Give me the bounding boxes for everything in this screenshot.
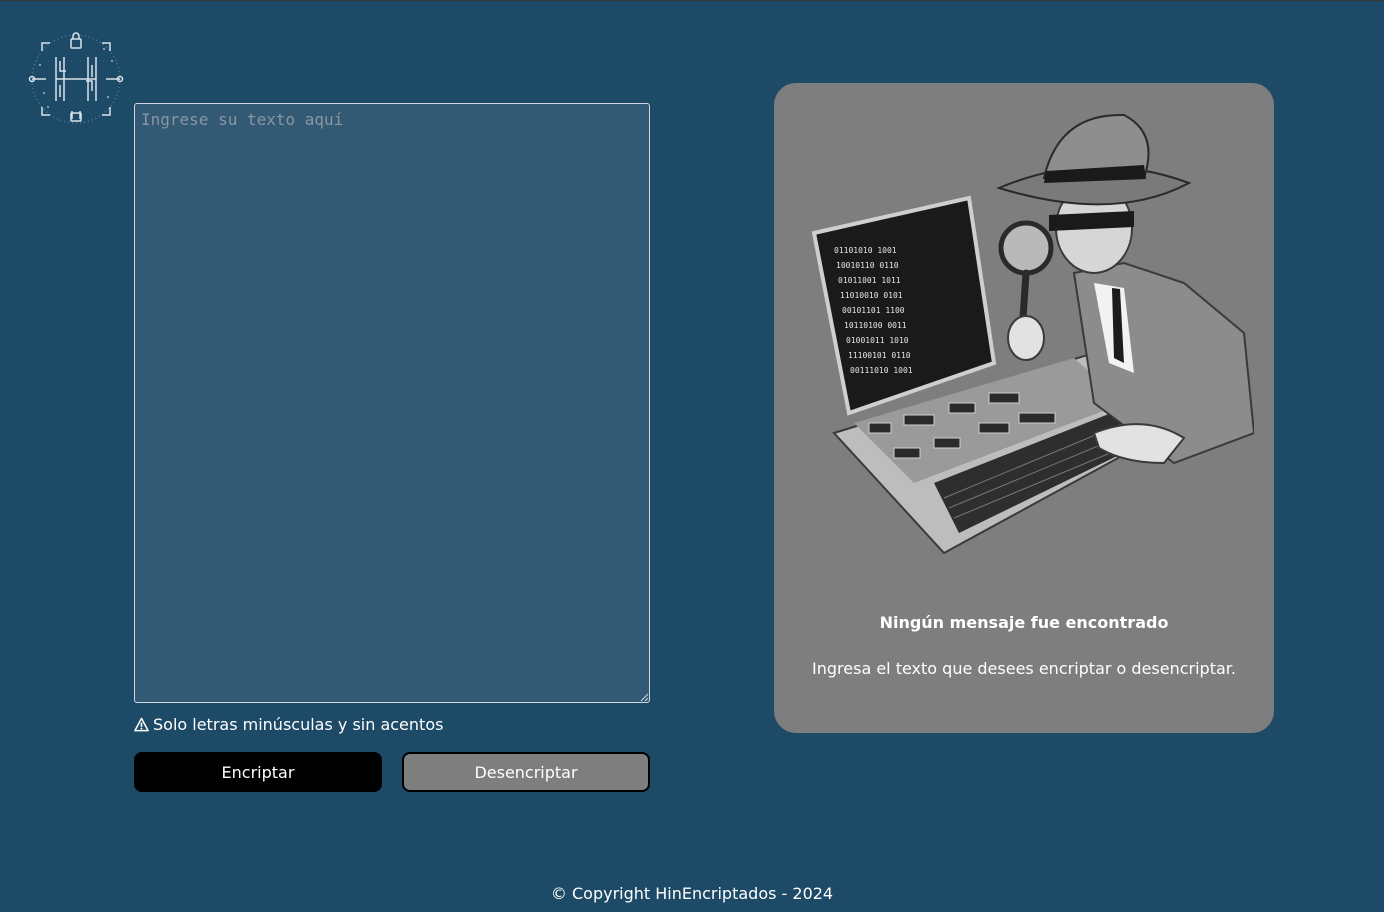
svg-text:11100101 0110: 11100101 0110 bbox=[848, 351, 911, 360]
warning-triangle-icon bbox=[134, 717, 149, 731]
svg-text:01101010 1001: 01101010 1001 bbox=[834, 246, 897, 255]
decrypt-button[interactable]: Desencriptar bbox=[402, 752, 650, 792]
input-warning: Solo letras minúsculas y sin acentos bbox=[134, 713, 443, 735]
svg-text:11010010 0101: 11010010 0101 bbox=[840, 291, 903, 300]
detective-laptop-illustration: 01101010 1001 10010110 0110 01011001 101… bbox=[811, 113, 1254, 555]
text-input[interactable] bbox=[134, 103, 650, 703]
hin-logo-icon bbox=[28, 32, 124, 124]
resize-grip-icon[interactable] bbox=[639, 692, 649, 702]
panel-title: Ningún mensaje fue encontrado bbox=[879, 613, 1169, 632]
footer-copyright: © Copyright HinEncriptados - 2024 bbox=[550, 884, 834, 903]
svg-text:00101101 1100: 00101101 1100 bbox=[842, 306, 905, 315]
svg-text:01001011 1010: 01001011 1010 bbox=[846, 336, 909, 345]
panel-message: Ingresa el texto que desees encriptar o … bbox=[812, 659, 1236, 678]
output-panel: 01101010 1001 10010110 0110 01011001 101… bbox=[774, 83, 1274, 733]
svg-text:10010110 0110: 10010110 0110 bbox=[836, 261, 899, 270]
encrypt-button[interactable]: Encriptar bbox=[134, 752, 382, 792]
svg-text:01011001 1011: 01011001 1011 bbox=[838, 276, 901, 285]
svg-text:00111010 1001: 00111010 1001 bbox=[850, 366, 913, 375]
warning-text: Solo letras minúsculas y sin acentos bbox=[153, 714, 444, 734]
svg-text:10110100 0011: 10110100 0011 bbox=[844, 321, 907, 330]
